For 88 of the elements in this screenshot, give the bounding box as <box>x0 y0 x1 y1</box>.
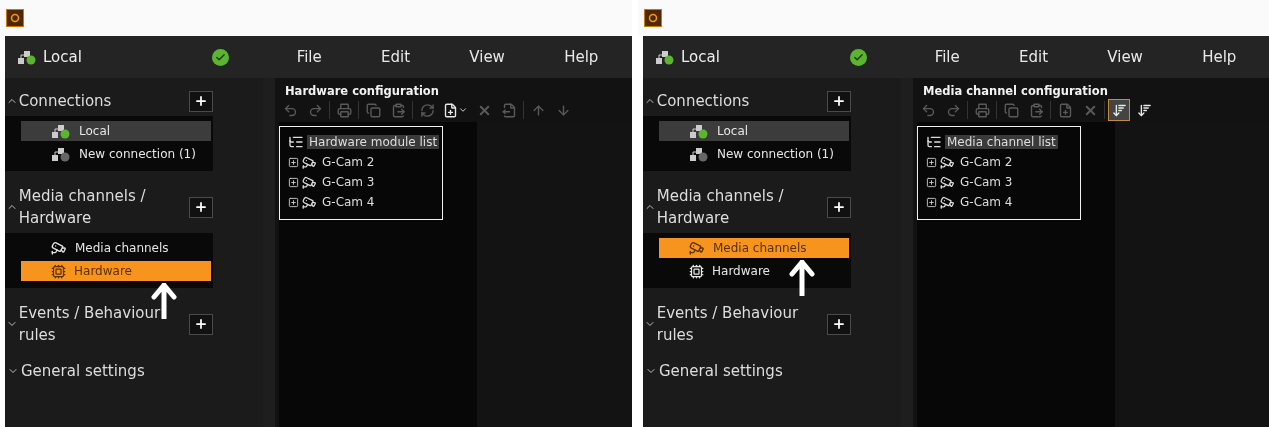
print-icon <box>336 102 352 118</box>
sidebar-item[interactable]: New connection (1) <box>659 144 849 164</box>
sidebar-item[interactable]: New connection (1) <box>21 144 211 164</box>
add-file-icon <box>443 102 458 118</box>
tree-item[interactable]: G-Cam 2 <box>958 155 1015 169</box>
expand-icon[interactable] <box>288 176 299 188</box>
app-icon <box>644 9 662 27</box>
list-icon <box>288 134 304 150</box>
tree-item[interactable]: G-Cam 4 <box>958 195 1015 209</box>
expand-icon[interactable] <box>288 156 299 168</box>
plus-icon <box>193 94 208 108</box>
sidebar-item[interactable]: Local <box>659 121 849 141</box>
section-title[interactable]: Media channels / Hardware <box>656 185 827 229</box>
add-button[interactable] <box>826 90 851 112</box>
camera-icon <box>689 240 705 256</box>
redo-icon <box>945 102 961 118</box>
menu-item[interactable]: View <box>1107 48 1143 66</box>
menu-item[interactable]: Edit <box>1019 48 1049 66</box>
tree-item[interactable]: G-Cam 2 <box>320 155 377 169</box>
tree-item[interactable]: G-Cam 3 <box>320 175 377 189</box>
camera-icon <box>302 194 317 210</box>
add-button[interactable] <box>826 196 851 218</box>
add-button[interactable] <box>188 313 213 335</box>
section-title[interactable]: Events / Behaviour rules <box>656 302 827 346</box>
camera-icon <box>940 174 955 190</box>
expand-icon[interactable] <box>926 156 937 168</box>
plus-icon <box>193 317 208 331</box>
sidebar-item[interactable]: Local <box>21 121 211 141</box>
section-title[interactable]: Connections <box>656 90 827 112</box>
redo-icon <box>307 102 323 118</box>
tree-item[interactable]: Hardware module list <box>307 135 440 149</box>
section-title[interactable]: Connections <box>18 90 189 112</box>
connection-icon <box>655 49 675 65</box>
copy-icon <box>365 102 381 118</box>
tree-item[interactable]: G-Cam 4 <box>320 195 377 209</box>
panel-title: Hardware configuration <box>284 84 440 98</box>
camera-icon <box>302 154 317 170</box>
menu-item[interactable]: View <box>469 48 505 66</box>
add-button[interactable] <box>188 196 213 218</box>
plus-icon <box>831 94 846 108</box>
camera-icon <box>940 154 955 170</box>
connection-icon <box>17 49 37 65</box>
expand-icon[interactable] <box>926 176 937 188</box>
undo-icon <box>920 102 936 118</box>
arrow-down-icon <box>555 102 571 118</box>
chip-icon <box>689 263 704 279</box>
menu-item[interactable]: Help <box>1202 48 1237 66</box>
plus-icon <box>831 200 846 214</box>
undo-icon <box>282 102 298 118</box>
sort-icon <box>1111 102 1127 118</box>
tree-item[interactable]: G-Cam 3 <box>958 175 1015 189</box>
connection-name: Local <box>43 48 83 66</box>
paste-icon <box>390 102 406 118</box>
copy-icon <box>1003 102 1019 118</box>
sidebar-item[interactable]: Hardware <box>659 261 849 281</box>
add-button[interactable] <box>188 90 213 112</box>
section-title[interactable]: General settings <box>21 360 191 382</box>
section-title[interactable]: Media channels / Hardware <box>18 185 189 229</box>
print-icon <box>974 102 990 118</box>
connection-name: Local <box>681 48 721 66</box>
expand-icon[interactable] <box>926 196 937 208</box>
chip-icon <box>51 263 66 279</box>
toolbar-button[interactable] <box>1108 99 1130 121</box>
plus-icon <box>831 317 846 331</box>
section-title[interactable]: Events / Behaviour rules <box>18 302 189 346</box>
pointer-arrow-icon <box>789 260 815 296</box>
add-button[interactable] <box>826 313 851 335</box>
list-icon <box>926 134 942 150</box>
sidebar-item[interactable]: Media channels <box>21 238 211 258</box>
expand-icon[interactable] <box>288 196 299 208</box>
add-file-icon <box>1057 102 1073 118</box>
menu-item[interactable]: Edit <box>381 48 411 66</box>
section-title[interactable]: General settings <box>659 360 829 382</box>
paste-icon <box>1028 102 1044 118</box>
menu-item[interactable]: File <box>296 48 322 66</box>
menu-item[interactable]: File <box>934 48 960 66</box>
camera-icon <box>51 240 67 256</box>
sort-icon <box>1136 102 1152 118</box>
refresh-icon <box>419 102 435 118</box>
tree-item[interactable]: Media channel list <box>945 135 1058 149</box>
app-icon <box>6 9 24 27</box>
camera-icon <box>302 174 317 190</box>
menu-item[interactable]: Help <box>564 48 599 66</box>
export-icon <box>501 102 517 118</box>
plus-icon <box>193 200 208 214</box>
camera-icon <box>940 194 955 210</box>
panel-title: Media channel configuration <box>922 84 1109 98</box>
caret-icon <box>458 105 468 115</box>
